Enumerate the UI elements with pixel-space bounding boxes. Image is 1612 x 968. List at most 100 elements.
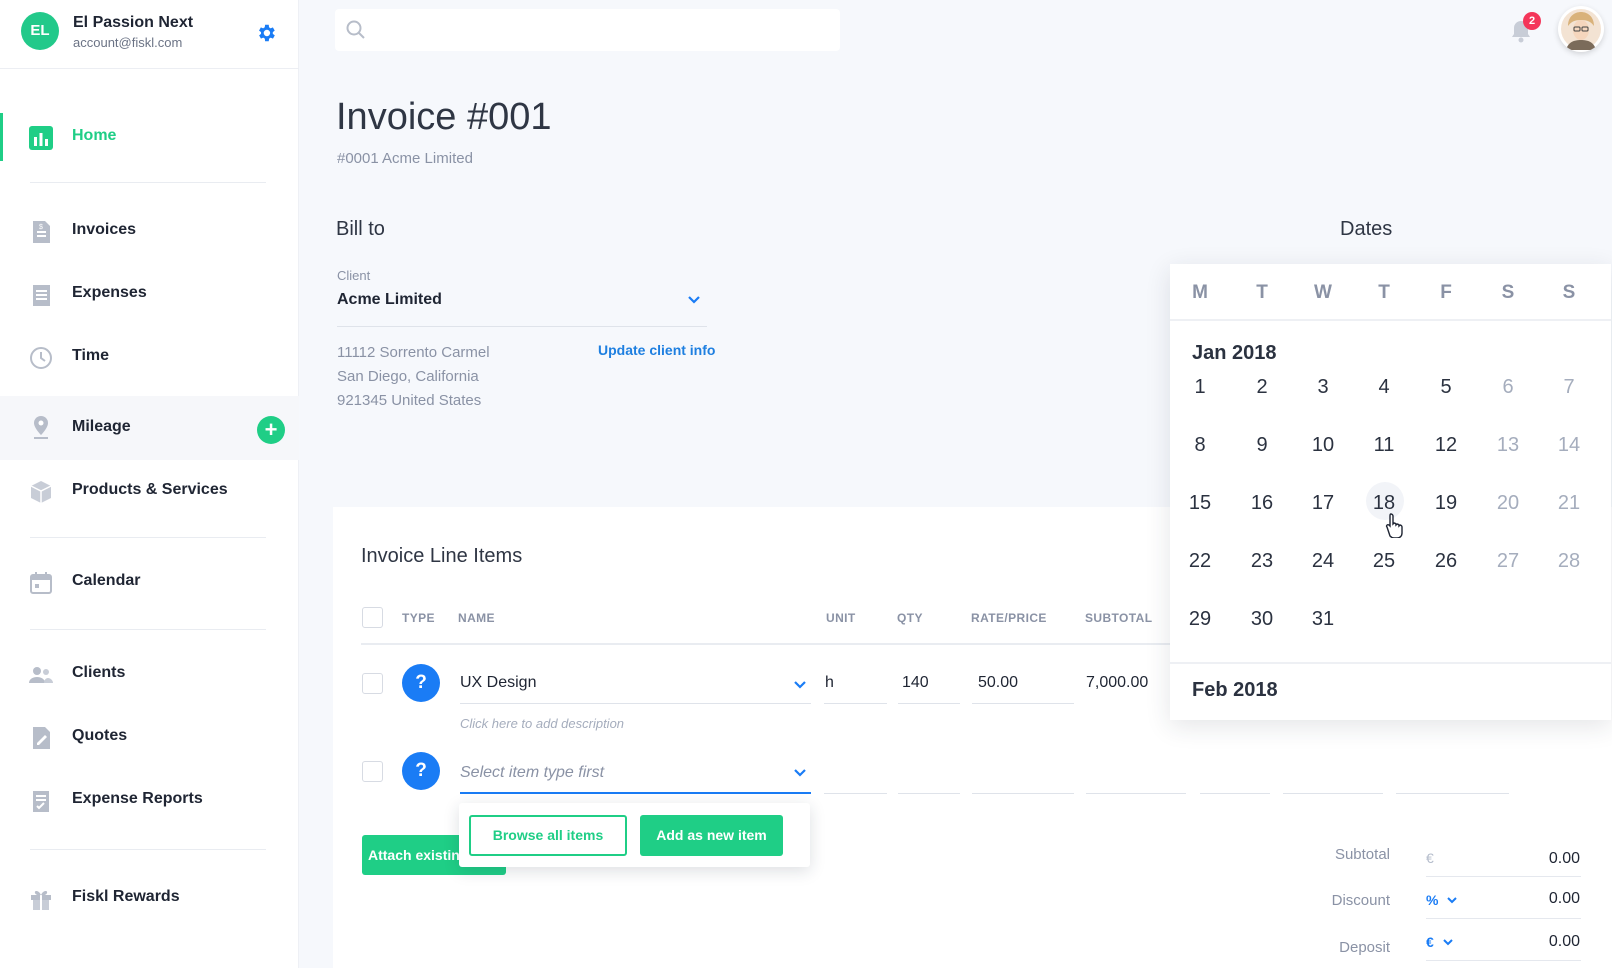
account-avatar[interactable]: EL [21, 12, 59, 50]
row-checkbox[interactable] [362, 761, 383, 782]
calendar-day[interactable]: 7 [1539, 376, 1599, 399]
address-line: San Diego, California [337, 368, 479, 385]
calendar-day[interactable]: 26 [1416, 550, 1476, 573]
discount-input[interactable] [1283, 793, 1383, 794]
gear-icon[interactable] [255, 22, 277, 44]
calendar-day[interactable]: 10 [1293, 434, 1353, 457]
account-header[interactable]: EL El Passion Next account@fiskl.com [0, 0, 299, 69]
calendar-day[interactable]: 4 [1354, 376, 1414, 399]
client-select[interactable]: Acme Limited [337, 291, 707, 327]
calendar-days: 1 2 3 4 5 6 7 8 9 10 11 12 13 14 15 16 17 18 19 20 21 22 23 24 2… [1170, 264, 1611, 720]
calendar-day[interactable]: 30 [1232, 608, 1292, 631]
calendar-day[interactable]: 20 [1478, 492, 1538, 515]
sidebar-item-label: Calendar [72, 572, 141, 589]
address-line: 11112 Sorrento Carmel [337, 344, 490, 361]
sidebar-item-products[interactable]: Products & Services [0, 459, 299, 523]
notification-badge: 2 [1523, 12, 1541, 30]
calendar-day[interactable]: 27 [1478, 550, 1538, 573]
subtotal-input[interactable] [1086, 793, 1186, 794]
calendar-day[interactable]: 6 [1478, 376, 1538, 399]
browse-all-items-button[interactable]: Browse all items [469, 815, 627, 856]
item-type-button[interactable]: ? [402, 752, 440, 790]
calendar-day[interactable]: 17 [1293, 492, 1353, 515]
calendar-day[interactable]: 16 [1232, 492, 1292, 515]
discount-unit-select[interactable]: % [1426, 892, 1458, 908]
rate-input[interactable] [972, 793, 1074, 794]
calendar-day[interactable]: 29 [1170, 608, 1230, 631]
calendar-day[interactable]: 14 [1539, 434, 1599, 457]
tax-input[interactable] [1200, 793, 1270, 794]
calendar-day[interactable]: 12 [1416, 434, 1476, 457]
invoice-subtitle: #0001 Acme Limited [337, 150, 473, 167]
calendar-day[interactable]: 31 [1293, 608, 1353, 631]
deposit-unit-select[interactable]: € [1426, 934, 1454, 950]
users-icon [29, 667, 53, 683]
column-header-qty: QTY [897, 611, 923, 625]
calendar-day[interactable]: 28 [1539, 550, 1599, 573]
qty-input[interactable] [898, 793, 960, 794]
sidebar-item-mileage[interactable]: Mileage + [0, 396, 299, 460]
total-input[interactable] [1396, 793, 1509, 794]
calendar-day[interactable]: 19 [1416, 492, 1476, 515]
calendar-day[interactable]: 8 [1170, 434, 1230, 457]
calendar-day[interactable]: 11 [1354, 434, 1414, 457]
chevron-down-icon [794, 769, 806, 777]
item-type-button[interactable]: ? [402, 664, 440, 702]
report-icon [33, 791, 49, 812]
calendar-day[interactable]: 15 [1170, 492, 1230, 515]
qty-input[interactable]: 140 [898, 666, 960, 704]
description-placeholder[interactable]: Click here to add description [460, 716, 624, 731]
calendar-day[interactable]: 23 [1232, 550, 1292, 573]
column-header-type: TYPE [402, 611, 435, 625]
discount-value[interactable]: 0.00 [1500, 890, 1580, 908]
sidebar-item-home[interactable]: Home [0, 105, 299, 169]
gift-icon [31, 890, 51, 910]
row-checkbox[interactable] [362, 673, 383, 694]
sidebar-item-clients[interactable]: Clients [0, 642, 299, 706]
sidebar-item-quotes[interactable]: Quotes [0, 705, 299, 769]
select-all-checkbox[interactable] [362, 607, 383, 628]
sidebar-item-rewards[interactable]: Fiskl Rewards [0, 866, 299, 930]
sidebar-item-expenses[interactable]: Expenses [0, 262, 299, 326]
sidebar-item-time[interactable]: Time [0, 325, 299, 389]
item-name-select[interactable]: UX Design [460, 666, 811, 704]
calendar-day[interactable]: 5 [1416, 376, 1476, 399]
document-edit-icon [33, 727, 50, 749]
sidebar-item-label: Mileage [72, 418, 131, 435]
deposit-unit: € [1426, 934, 1434, 950]
calendar-day[interactable]: 2 [1232, 376, 1292, 399]
update-client-link[interactable]: Update client info [598, 342, 715, 358]
chart-icon [29, 126, 53, 150]
receipt-icon [33, 285, 50, 306]
page-title: Invoice #001 [336, 96, 552, 138]
chevron-down-icon [794, 681, 806, 689]
calendar-day[interactable]: 1 [1170, 376, 1230, 399]
deposit-value[interactable]: 0.00 [1500, 933, 1580, 951]
sidebar-item-invoices[interactable]: $ Invoices [0, 199, 299, 263]
add-new-item-button[interactable]: Add as new item [640, 815, 783, 856]
search-input[interactable] [335, 9, 840, 51]
divider [30, 629, 266, 630]
divider [1426, 960, 1581, 961]
sidebar-item-calendar[interactable]: Calendar [0, 550, 299, 614]
deposit-label: Deposit [1339, 939, 1390, 956]
calendar-day[interactable]: 22 [1170, 550, 1230, 573]
calendar-day[interactable]: 9 [1232, 434, 1292, 457]
sidebar-item-expense-reports[interactable]: Expense Reports [0, 768, 299, 832]
user-avatar[interactable] [1558, 6, 1604, 52]
unit-input[interactable]: h [824, 666, 887, 704]
calendar-day[interactable]: 25 [1354, 550, 1414, 573]
calendar-day[interactable]: 21 [1539, 492, 1599, 515]
calendar-day[interactable]: 3 [1293, 376, 1353, 399]
discount-label: Discount [1331, 892, 1390, 909]
item-name-select[interactable]: Select item type first [460, 756, 811, 794]
sidebar-item-label: Products & Services [72, 481, 228, 498]
rate-input[interactable]: 50.00 [972, 666, 1074, 704]
add-mileage-button[interactable]: + [257, 416, 285, 444]
calendar-day[interactable]: 13 [1478, 434, 1538, 457]
calendar-day[interactable]: 24 [1293, 550, 1353, 573]
box-icon [30, 481, 52, 503]
item-name-value: UX Design [460, 674, 537, 691]
sidebar-item-label: Time [72, 347, 110, 364]
unit-input[interactable] [824, 793, 887, 794]
